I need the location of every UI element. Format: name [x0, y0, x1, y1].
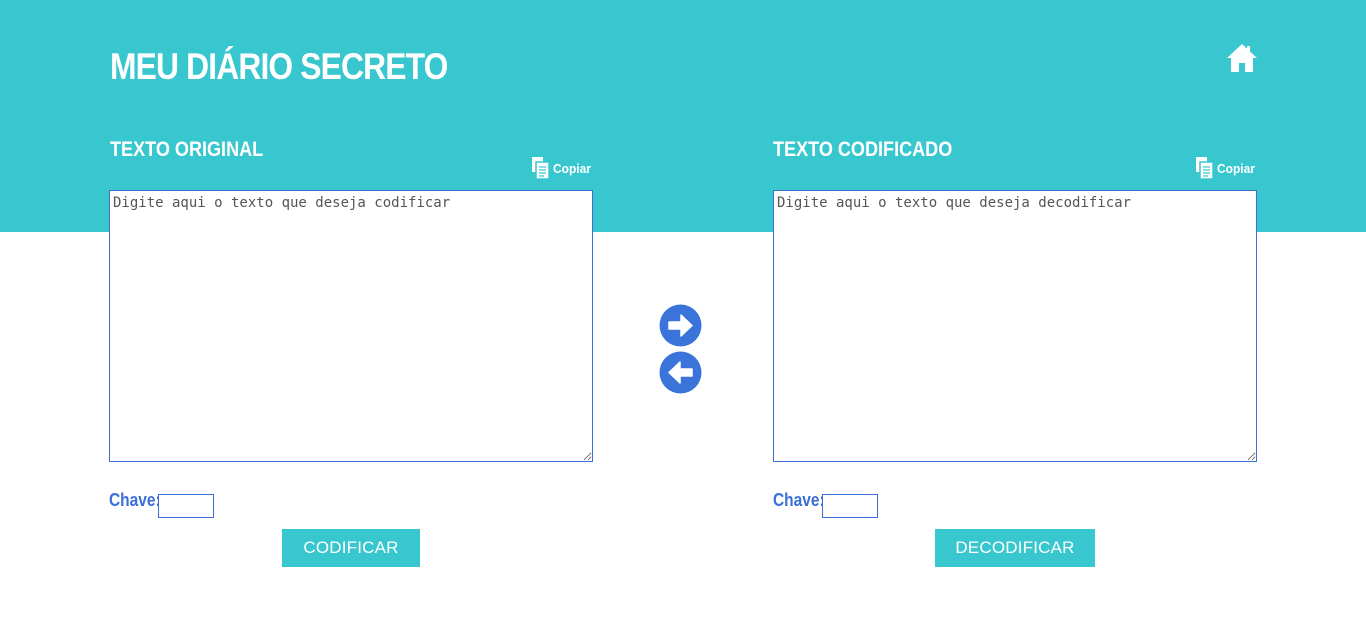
encode-key-label: Chave:: [109, 490, 161, 510]
copy-icon: [532, 157, 550, 180]
arrow-left-circle-icon: [659, 351, 702, 394]
decode-button[interactable]: DECODIFICAR: [935, 529, 1095, 567]
home-button[interactable]: [1225, 42, 1259, 74]
copy-encoded-button[interactable]: Copiar: [1195, 155, 1258, 181]
arrow-right-circle-icon: [659, 304, 702, 347]
encode-button[interactable]: CODIFICAR: [282, 529, 420, 567]
encoded-text-input[interactable]: [773, 190, 1257, 462]
copy-encoded-label: Copiar: [1217, 160, 1255, 176]
copy-original-button[interactable]: Copiar: [531, 155, 594, 181]
encode-key-input[interactable]: [158, 494, 214, 518]
decode-key-label: Chave:: [773, 490, 825, 510]
original-text-input[interactable]: [109, 190, 593, 462]
decode-key-input[interactable]: [822, 494, 878, 518]
page-title: MEU DIÁRIO SECRETO: [110, 46, 448, 87]
home-icon: [1227, 44, 1257, 72]
backward-arrow-button[interactable]: [659, 351, 702, 394]
copy-icon: [1196, 157, 1214, 180]
forward-arrow-button[interactable]: [659, 304, 702, 347]
copy-original-label: Copiar: [553, 160, 591, 176]
original-text-heading: TEXTO ORIGINAL: [110, 138, 264, 161]
encoded-text-heading: TEXTO CODIFICADO: [773, 138, 953, 161]
